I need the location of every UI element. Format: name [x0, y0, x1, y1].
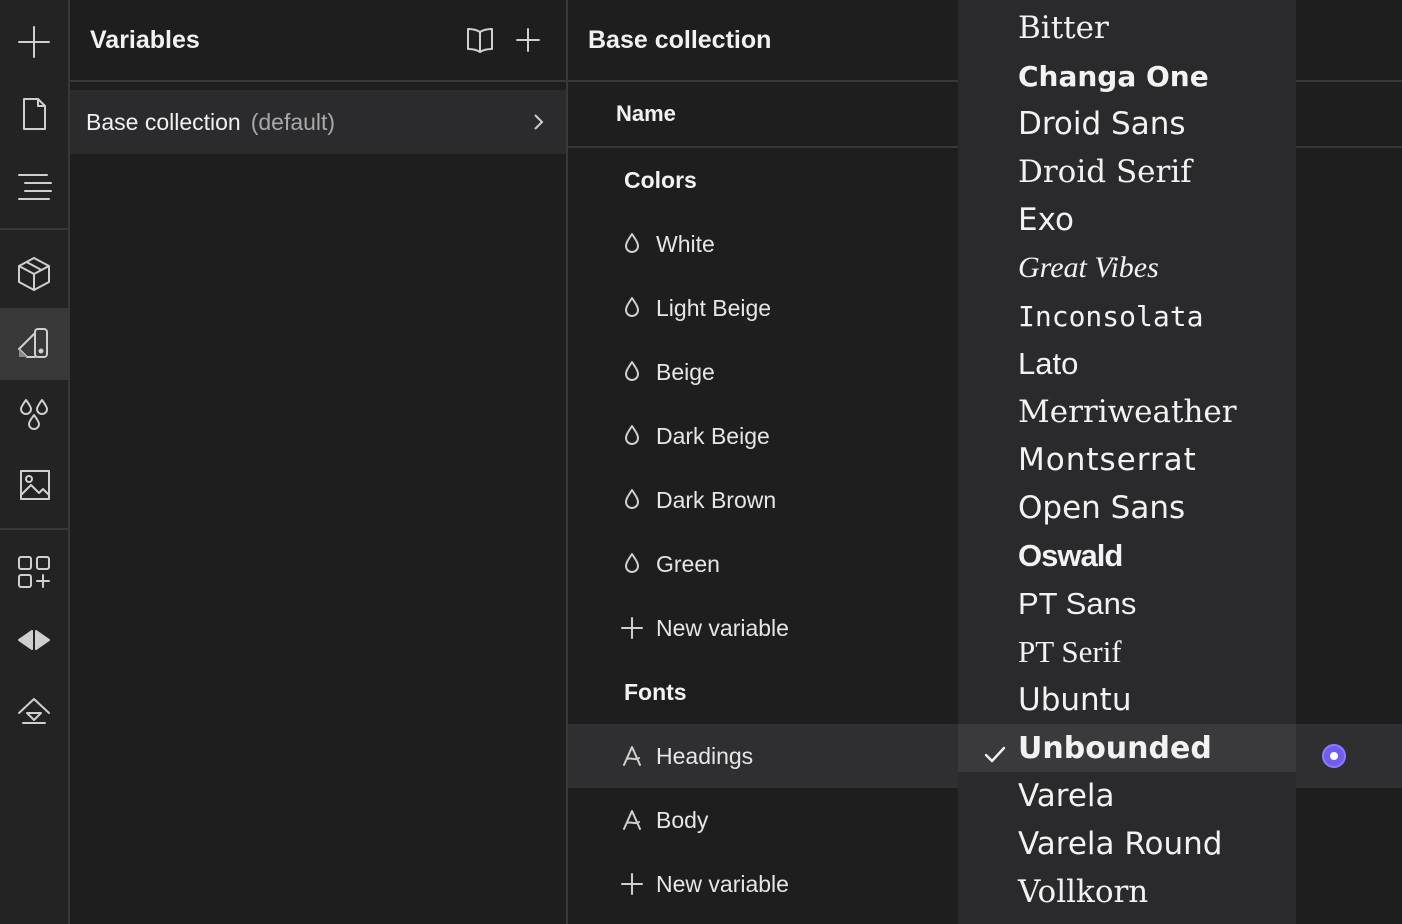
font-option-label: Unbounded	[1018, 730, 1212, 766]
variable-name: White	[656, 230, 715, 257]
collection-default-label: (default)	[250, 108, 336, 135]
font-option[interactable]: PT Sans	[958, 580, 1296, 628]
font-option[interactable]: Montserrat	[958, 436, 1296, 484]
font-option[interactable]: Droid Sans	[958, 100, 1296, 148]
chevron-right-icon	[534, 114, 544, 130]
plus-icon[interactable]	[0, 6, 68, 78]
font-option[interactable]: Vollkorn	[958, 868, 1296, 916]
variable-name: Dark Brown	[656, 486, 777, 513]
variable-name: Body	[656, 806, 709, 833]
collection-name: Base collection	[86, 108, 241, 135]
new-variable-label: New variable	[656, 870, 789, 897]
color-drop-icon	[620, 422, 644, 450]
variables-icon[interactable]	[0, 380, 68, 452]
variable-name: Headings	[656, 742, 754, 769]
add-collection-icon[interactable]	[510, 22, 546, 58]
font-option[interactable]: Inconsolata	[958, 292, 1296, 340]
new-variable-label: New variable	[656, 614, 789, 641]
font-option[interactable]: Bitter	[958, 4, 1296, 52]
variable-name: Dark Beige	[656, 422, 770, 449]
font-option[interactable]: Lato	[958, 340, 1296, 388]
font-option[interactable]: Oswald	[958, 532, 1296, 580]
font-option[interactable]: Open Sans	[958, 484, 1296, 532]
variable-name: Green	[656, 550, 720, 577]
font-option[interactable]: Droid Serif	[958, 148, 1296, 196]
plus-icon	[620, 870, 644, 898]
page-icon[interactable]	[0, 78, 68, 150]
publish-icon[interactable]	[0, 676, 68, 748]
variables-panel: Variables Base collection (default)	[70, 0, 568, 924]
font-option[interactable]: Exo	[958, 196, 1296, 244]
variable-name: Light Beige	[656, 294, 772, 321]
assets-icon[interactable]	[0, 448, 68, 520]
panel-title: Variables	[90, 25, 200, 54]
docs-book-icon[interactable]	[462, 22, 498, 58]
detail-title: Base collection	[588, 25, 772, 54]
font-option[interactable]: Ubuntu	[958, 676, 1296, 724]
collection-item[interactable]: Base collection (default)	[70, 90, 566, 154]
apps-icon[interactable]	[0, 536, 68, 608]
font-option[interactable]: Great Vibes	[958, 244, 1296, 292]
font-option[interactable]: Varela	[958, 772, 1296, 820]
selected-value-indicator[interactable]	[1322, 744, 1346, 768]
variables-header: Variables	[70, 0, 566, 82]
checkmark-icon	[984, 738, 1006, 763]
color-drop-icon	[620, 486, 644, 514]
styles-icon[interactable]	[0, 308, 68, 380]
font-icon	[620, 806, 644, 834]
font-option[interactable]: Merriweather	[958, 388, 1296, 436]
font-option[interactable]: Varela Round	[958, 820, 1296, 868]
navigator-icon[interactable]	[0, 150, 68, 222]
color-drop-icon	[620, 230, 644, 258]
interactions-icon[interactable]	[0, 604, 68, 676]
font-icon	[620, 742, 644, 770]
font-option[interactable]: PT Serif	[958, 628, 1296, 676]
plus-icon	[620, 614, 644, 642]
tool-rail	[0, 0, 70, 924]
color-drop-icon	[620, 358, 644, 386]
font-option[interactable]: Changa One	[958, 52, 1296, 100]
color-drop-icon	[620, 550, 644, 578]
color-drop-icon	[620, 294, 644, 322]
components-icon[interactable]	[0, 238, 68, 310]
variable-name: Beige	[656, 358, 715, 385]
font-dropdown: Bitter Changa One Droid Sans Droid Serif…	[958, 0, 1296, 924]
font-option-selected[interactable]: Unbounded	[958, 724, 1296, 772]
